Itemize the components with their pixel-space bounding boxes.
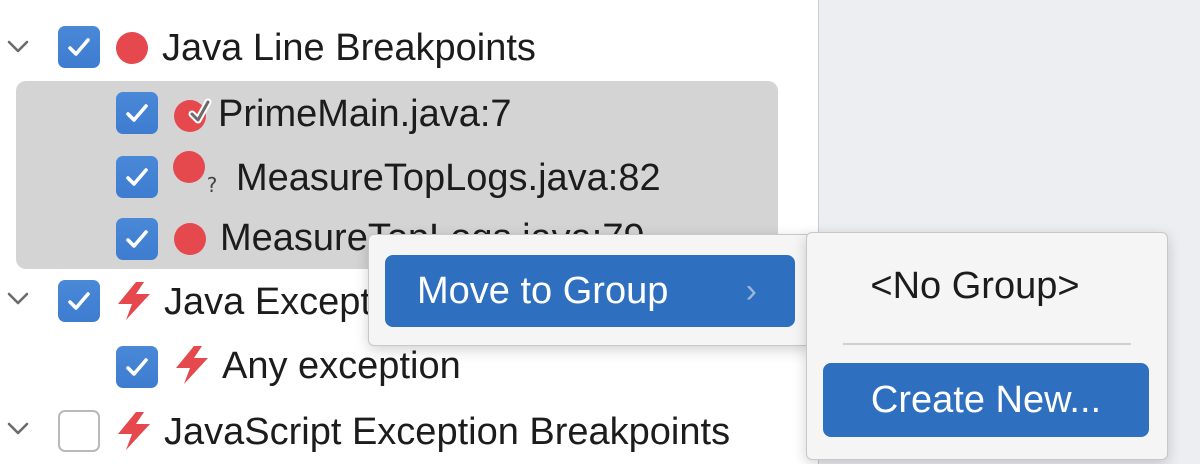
tree-row-label[interactable]: MeasureTopLogs.java:82 bbox=[236, 148, 661, 208]
red-dot-icon bbox=[116, 32, 148, 64]
move-to-group-label: Move to Group bbox=[417, 269, 669, 312]
context-menu: Move to Group › bbox=[368, 234, 812, 346]
create-new-group-item[interactable]: Create New... bbox=[823, 363, 1149, 437]
breakpoint-checkbox[interactable] bbox=[116, 156, 158, 198]
lightning-icon bbox=[176, 346, 208, 384]
group-checkbox[interactable] bbox=[58, 280, 100, 322]
red-dot-icon bbox=[174, 223, 206, 255]
no-group-item[interactable]: <No Group> bbox=[807, 265, 1143, 308]
menu-separator bbox=[843, 343, 1131, 345]
lightning-icon bbox=[118, 282, 150, 320]
breakpoint-checkbox[interactable] bbox=[116, 92, 158, 134]
lightning-icon bbox=[118, 412, 150, 450]
breakpoints-tree: Java Line Breakpoints PrimeMain.java:7 ?… bbox=[0, 0, 819, 464]
breakpoint-checkbox[interactable] bbox=[116, 346, 158, 388]
svg-text:?: ? bbox=[207, 173, 218, 197]
create-new-label: Create New... bbox=[870, 378, 1102, 421]
move-to-group-item[interactable]: Move to Group › bbox=[385, 255, 795, 327]
tree-row-label[interactable]: PrimeMain.java:7 bbox=[218, 84, 512, 144]
group-checkbox[interactable] bbox=[58, 410, 100, 452]
breakpoint-checkbox[interactable] bbox=[116, 218, 158, 260]
expand-chevron-icon[interactable] bbox=[0, 32, 36, 62]
expand-chevron-icon[interactable] bbox=[0, 414, 36, 444]
submenu-arrow-icon: › bbox=[745, 271, 757, 310]
group-submenu: <No Group> Create New... bbox=[806, 232, 1168, 460]
tree-row-label[interactable]: Java Line Breakpoints bbox=[162, 18, 536, 78]
unverified-breakpoint-icon: ? bbox=[173, 151, 223, 197]
expand-chevron-icon[interactable] bbox=[0, 284, 36, 314]
verified-breakpoint-icon bbox=[174, 98, 212, 132]
group-checkbox[interactable] bbox=[58, 26, 100, 68]
tree-row-label[interactable]: JavaScript Exception Breakpoints bbox=[164, 402, 730, 462]
